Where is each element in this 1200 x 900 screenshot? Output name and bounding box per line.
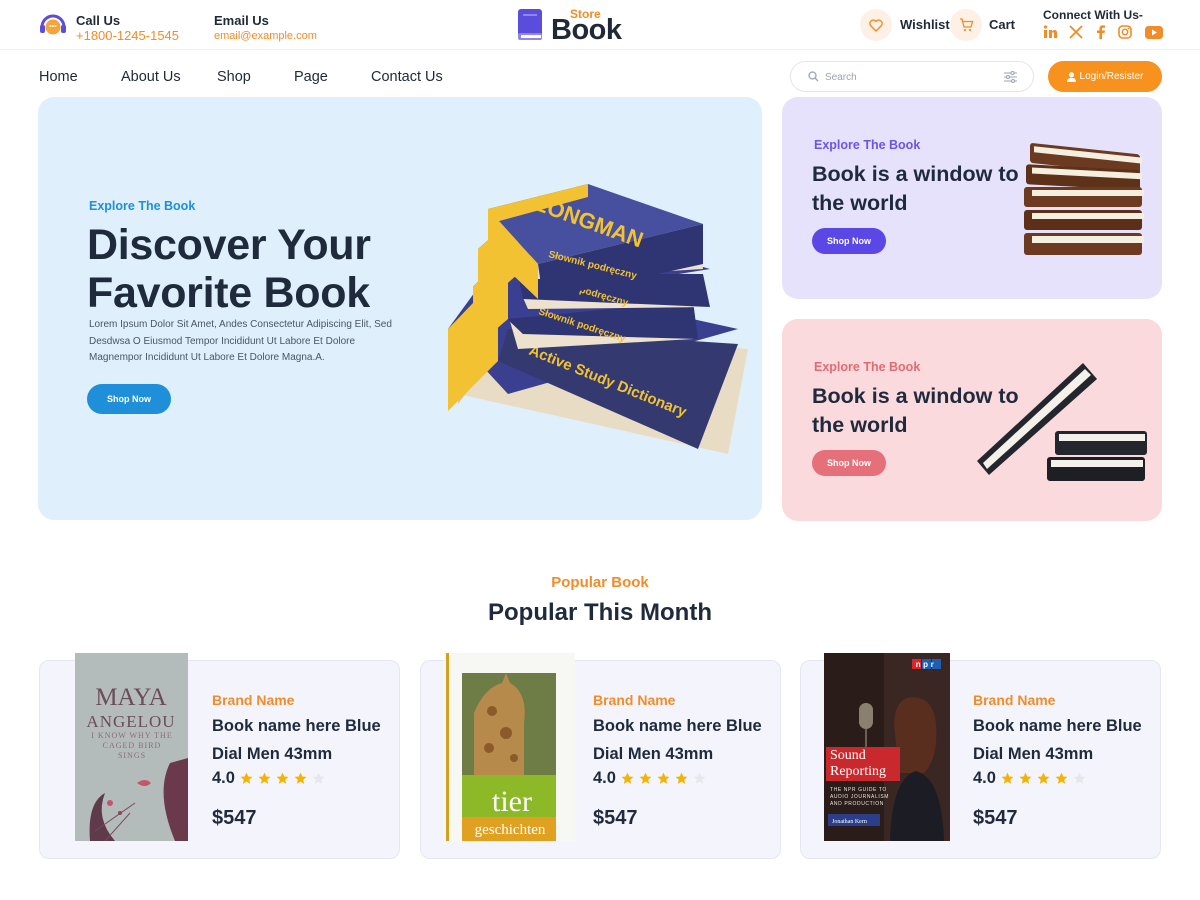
- book-name[interactable]: Book name here Blue Dial Men 43mm: [212, 712, 392, 768]
- book-cover-image: MAYA ANGELOU I KNOW WHY THE CAGED BIRD S…: [75, 653, 188, 841]
- rating: 4.0: [593, 769, 711, 788]
- star-filled-icon: [1001, 772, 1014, 784]
- login-register-label: Login/Resister: [1079, 71, 1144, 82]
- email-us[interactable]: Email Us email@example.com: [214, 13, 317, 44]
- heart-icon: [869, 18, 883, 32]
- star-filled-icon: [240, 772, 253, 784]
- connect-label: Connect With Us-: [1043, 8, 1143, 22]
- star-empty-icon: [312, 772, 325, 784]
- cover-title: Sound Reporting: [826, 747, 900, 781]
- promo-title: Book is a window to the world: [812, 162, 1019, 215]
- filter-icon[interactable]: [1004, 71, 1017, 83]
- cover-subtitle: I KNOW WHY THE CAGED BIRD SINGS: [91, 731, 173, 760]
- search-input[interactable]: [825, 69, 995, 85]
- call-us-label: Call Us: [76, 13, 121, 28]
- star-filled-icon: [294, 772, 307, 784]
- cover-title-line-1: tier: [492, 785, 532, 818]
- hero-description: Lorem Ipsum Dolor Sit Amet, Andes Consec…: [89, 319, 392, 363]
- x-icon[interactable]: [1068, 24, 1084, 40]
- brand-name: Brand Name: [593, 692, 676, 708]
- popular-eyebrow: Popular Book: [551, 574, 649, 591]
- price: $547: [593, 807, 638, 829]
- star-filled-icon: [657, 772, 670, 784]
- product-card[interactable]: MAYA ANGELOU I KNOW WHY THE CAGED BIRD S…: [39, 653, 400, 859]
- promo-card-pink: Explore The Book Book is a window to the…: [782, 319, 1162, 521]
- cover-title-line-1: MAYA: [95, 684, 166, 711]
- star-filled-icon: [675, 772, 688, 784]
- search-icon: [808, 71, 819, 82]
- rating-value: 4.0: [593, 769, 616, 787]
- cover-author: Jonathan Kern: [832, 819, 867, 825]
- leaning-books-image: [977, 363, 1147, 481]
- search-box[interactable]: [790, 61, 1034, 92]
- nav-page[interactable]: Page: [294, 69, 328, 85]
- star-empty-icon: [1073, 772, 1086, 784]
- hero-title: Discover Your Favorite Book: [87, 221, 371, 317]
- book-stack-image: [1024, 143, 1144, 255]
- book-cover-image: npr Sound Reporting THE NPR GUIDE TO AUD…: [824, 653, 950, 841]
- cover-npr-badge: npr: [916, 660, 936, 669]
- wishlist-link[interactable]: Wishlist: [900, 17, 950, 32]
- cart-link[interactable]: Cart: [989, 17, 1015, 32]
- brand-name: Brand Name: [212, 692, 295, 708]
- login-register-button[interactable]: Login/Resister: [1048, 61, 1162, 92]
- book-logo-icon: [518, 9, 542, 40]
- nav-contact-us[interactable]: Contact Us: [371, 69, 443, 85]
- dictionary-stack-image: Active Study Dictionary Słownik podręczn…: [448, 184, 748, 454]
- rating: 4.0: [973, 769, 1091, 788]
- logo-book-text: Book: [551, 14, 622, 46]
- book-name[interactable]: Book name here Blue Dial Men 43mm: [973, 712, 1153, 768]
- cart-icon: [959, 18, 973, 32]
- promo-shop-now-button[interactable]: Shop Now: [812, 228, 886, 254]
- star-filled-icon: [276, 772, 289, 784]
- star-filled-icon: [1055, 772, 1068, 784]
- book-cover-image: tier geschichten: [444, 653, 575, 841]
- cover-title-line-2: ANGELOU: [86, 712, 175, 731]
- instagram-icon[interactable]: [1117, 24, 1133, 40]
- logo[interactable]: Store Book: [517, 6, 627, 46]
- youtube-icon[interactable]: [1144, 24, 1163, 40]
- hero-banner: Explore The Book Discover Your Favorite …: [38, 97, 762, 520]
- hero-eyebrow: Explore The Book: [89, 199, 196, 213]
- phone-number[interactable]: +1800-1245-1545: [76, 28, 179, 44]
- nav-home[interactable]: Home: [39, 69, 78, 85]
- wishlist-button[interactable]: [860, 9, 892, 41]
- rating: 4.0: [212, 769, 330, 788]
- nav-about-us[interactable]: About Us: [121, 69, 181, 85]
- facebook-icon[interactable]: [1093, 24, 1109, 40]
- rating-value: 4.0: [212, 769, 235, 787]
- star-filled-icon: [639, 772, 652, 784]
- price: $547: [973, 807, 1018, 829]
- linkedin-icon[interactable]: [1042, 24, 1058, 40]
- brand-name: Brand Name: [973, 692, 1056, 708]
- top-bar: Call Us +1800-1245-1545 Email Us email@e…: [0, 0, 1200, 50]
- promo-eyebrow: Explore The Book: [814, 360, 921, 374]
- cover-title-line-2: geschichten: [475, 822, 546, 838]
- product-card[interactable]: tier geschichten Brand Name Book name he…: [420, 653, 781, 859]
- book-name[interactable]: Book name here Blue Dial Men 43mm: [593, 712, 773, 768]
- star-filled-icon: [621, 772, 634, 784]
- cart-button[interactable]: [950, 9, 982, 41]
- user-icon: [1066, 71, 1076, 82]
- price: $547: [212, 807, 257, 829]
- headset-icon: [40, 14, 66, 35]
- promo-eyebrow: Explore The Book: [814, 138, 921, 152]
- star-filled-icon: [258, 772, 271, 784]
- star-filled-icon: [1019, 772, 1032, 784]
- product-card[interactable]: npr Sound Reporting THE NPR GUIDE TO AUD…: [800, 653, 1161, 859]
- promo-shop-now-button[interactable]: Shop Now: [812, 450, 886, 476]
- cover-subtitle: THE NPR GUIDE TO AUDIO JOURNALISM AND PR…: [830, 787, 890, 807]
- nav-shop[interactable]: Shop: [217, 69, 251, 85]
- rating-value: 4.0: [973, 769, 996, 787]
- promo-card-purple: Explore The Book Book is a window to the…: [782, 97, 1162, 299]
- popular-title: Popular This Month: [488, 599, 712, 626]
- hero-shop-now-button[interactable]: Shop Now: [87, 384, 171, 414]
- email-us-label: Email Us: [214, 13, 269, 28]
- star-filled-icon: [1037, 772, 1050, 784]
- call-us[interactable]: Call Us +1800-1245-1545: [76, 13, 179, 44]
- star-empty-icon: [693, 772, 706, 784]
- email-address[interactable]: email@example.com: [214, 28, 317, 44]
